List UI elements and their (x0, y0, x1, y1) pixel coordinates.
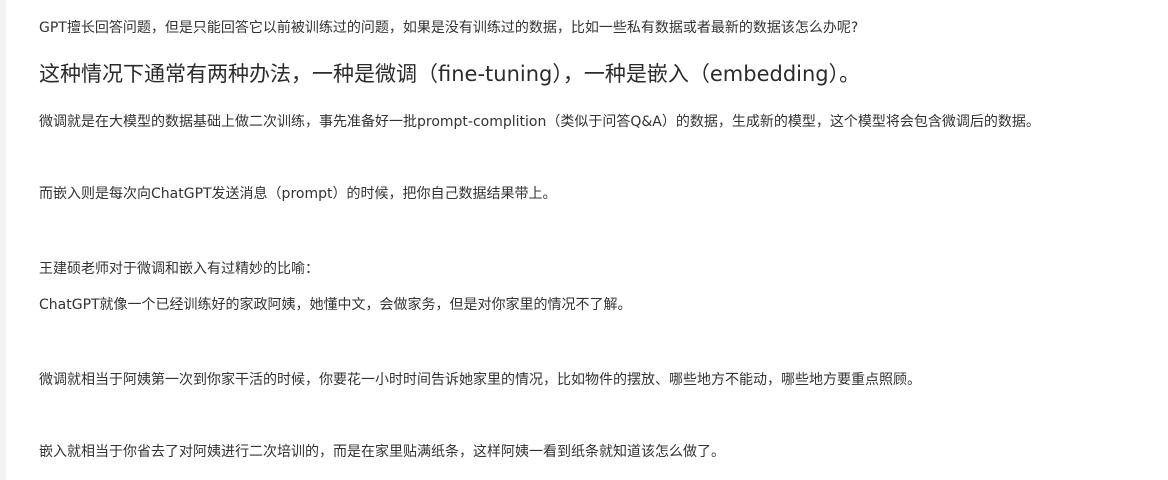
paragraph-analogy-intro: 王建硕老师对于微调和嵌入有过精妙的比喻： (39, 261, 319, 277)
section-heading: 这种情况下通常有两种办法，一种是微调（fine-tuning），一种是嵌入（em… (39, 62, 861, 86)
paragraph-analogy-chatgpt: ChatGPT就像一个已经训练好的家政阿姨，她懂中文，会做家务，但是对你家里的情… (39, 297, 632, 313)
page-left-border (0, 0, 6, 480)
paragraph-fine-tuning: 微调就是在大模型的数据基础上做二次训练，事先准备好一批prompt-compli… (39, 114, 1040, 130)
paragraph-embedding: 而嵌入则是每次向ChatGPT发送消息（prompt）的时候，把你自己数据结果带… (39, 186, 557, 202)
paragraph-intro: GPT擅长回答问题，但是只能回答它以前被训练过的问题，如果是没有训练过的数据，比… (39, 20, 859, 36)
paragraph-analogy-embedding: 嵌入就相当于你省去了对阿姨进行二次培训的，而是在家里贴满纸条，这样阿姨一看到纸条… (39, 444, 725, 460)
paragraph-analogy-fine-tuning: 微调就相当于阿姨第一次到你家干活的时候，你要花一小时时间告诉她家里的情况，比如物… (39, 372, 921, 388)
